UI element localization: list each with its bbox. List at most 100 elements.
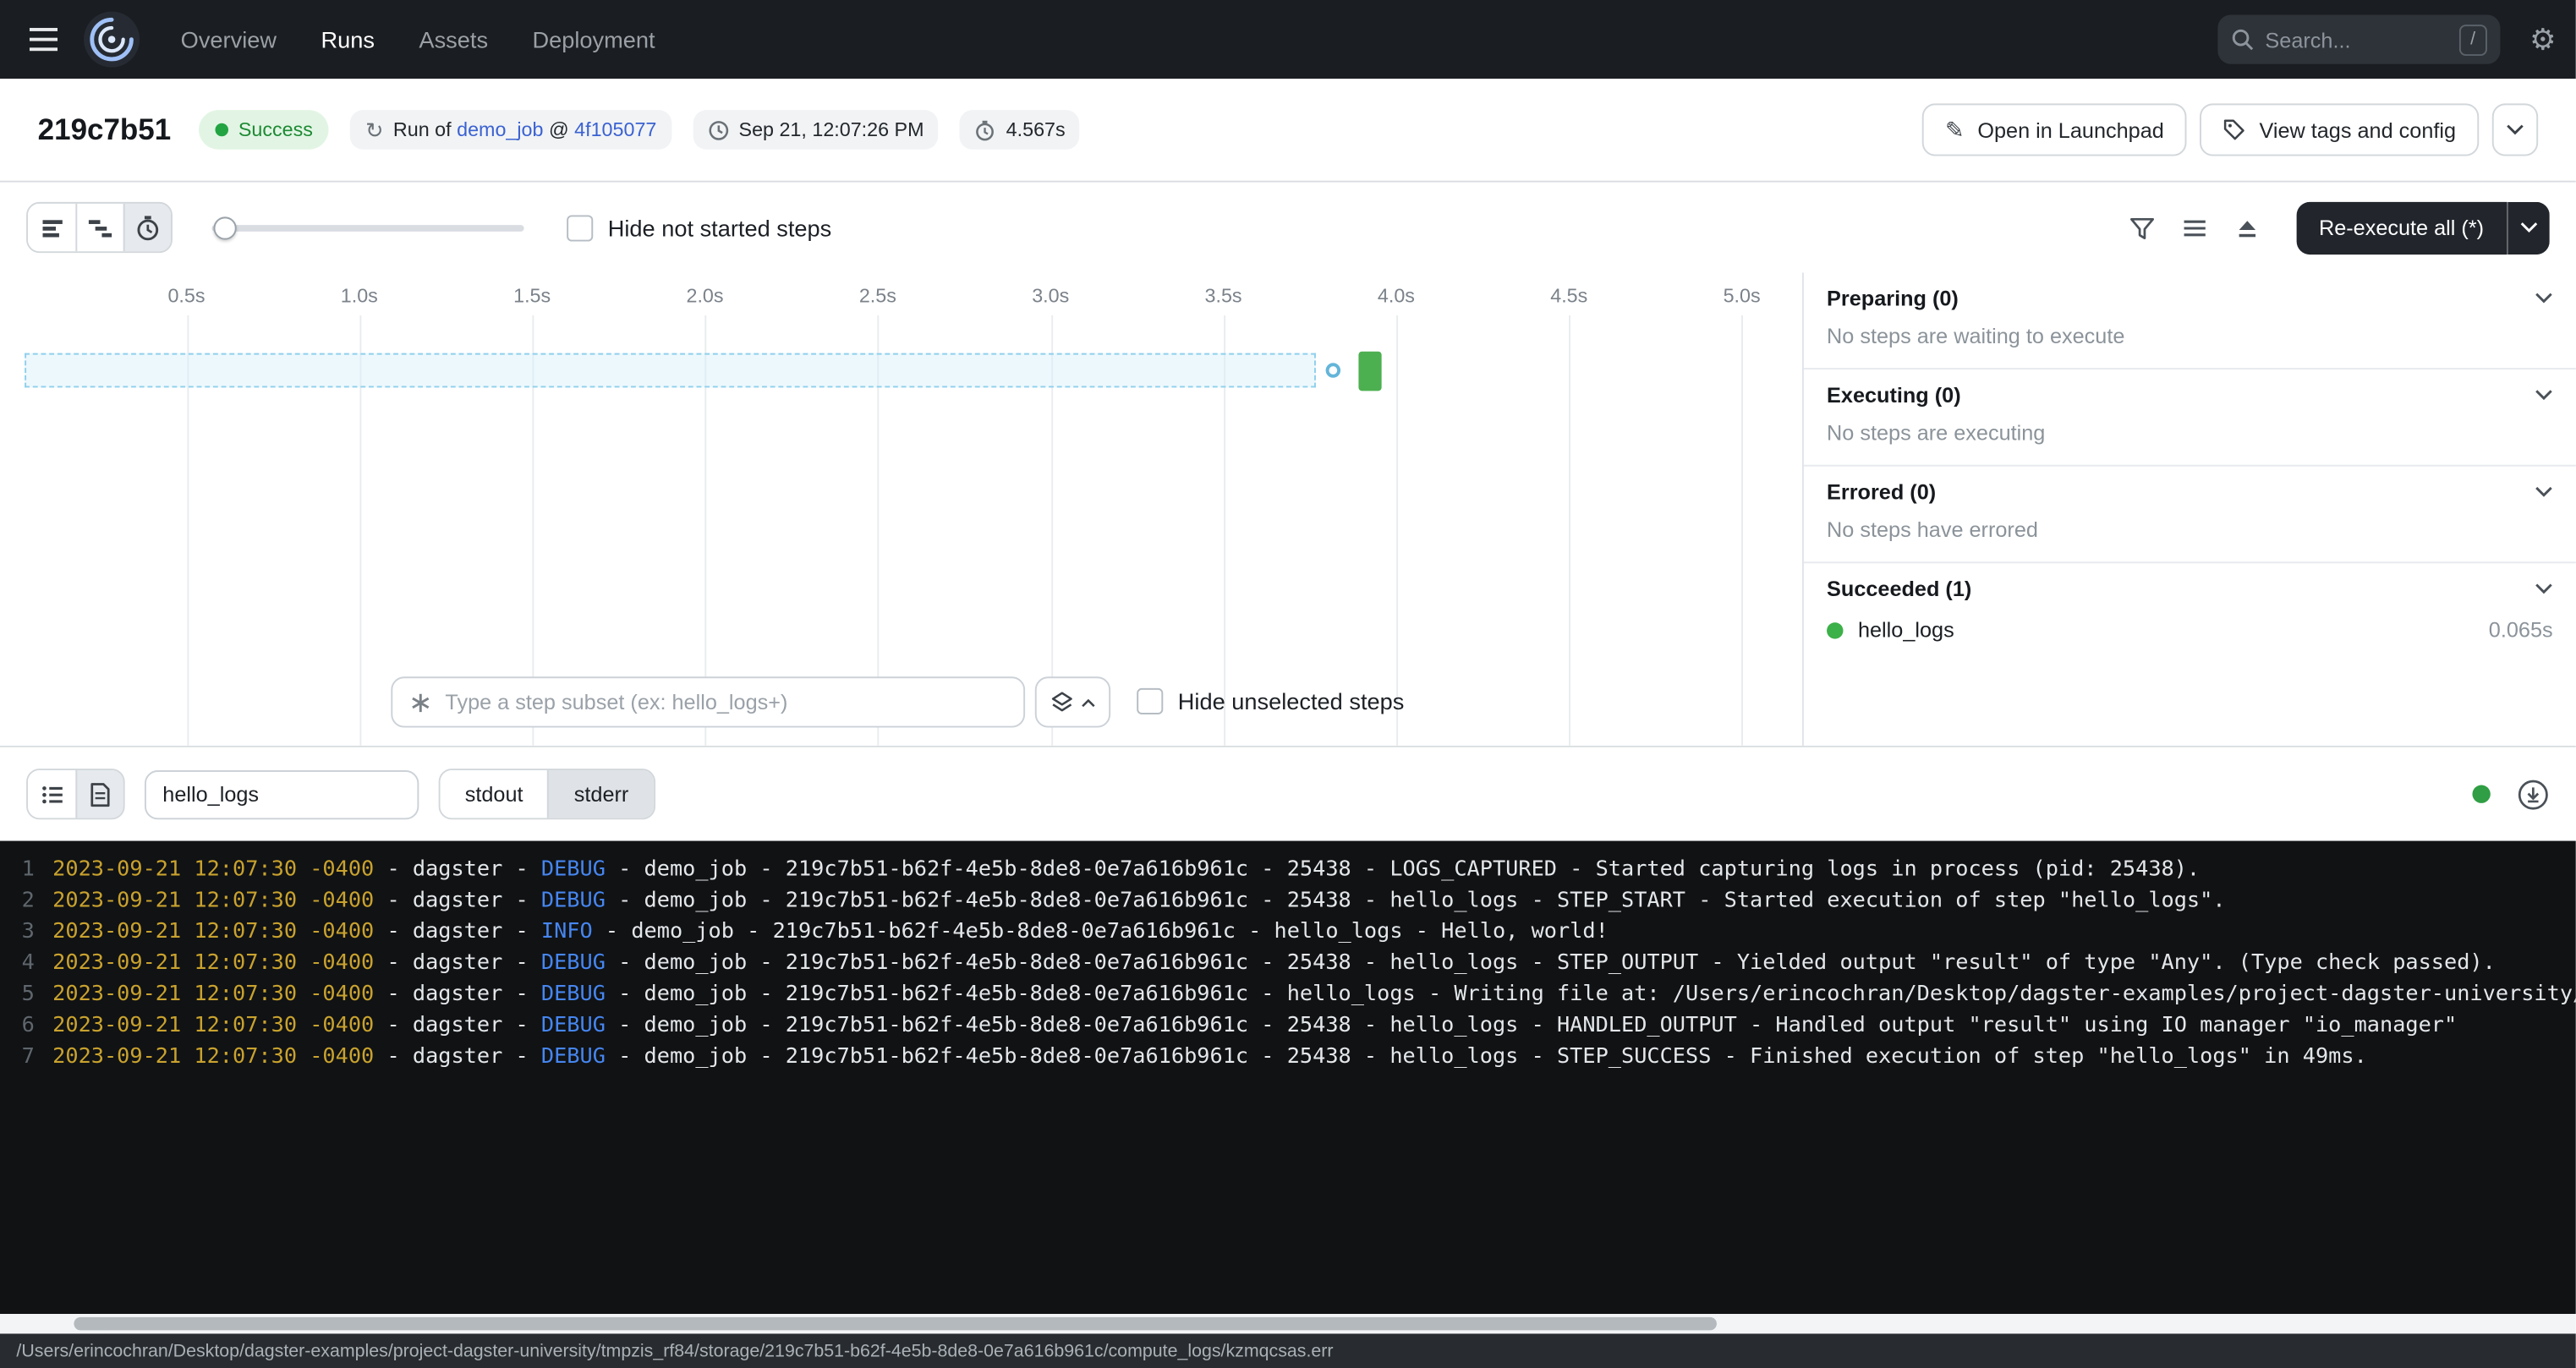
axis-tick-label: 1.0s <box>341 284 378 307</box>
search-placeholder: Search... <box>2265 27 2447 52</box>
pencil-icon: ✎ <box>1945 118 1965 141</box>
panel-header-executing[interactable]: Executing (0) <box>1804 369 2576 417</box>
nav-runs[interactable]: Runs <box>321 26 374 52</box>
log-line: 32023-09-21 12:07:30 -0400 - dagster - I… <box>0 917 2576 948</box>
gantt-section: 0.5s1.0s1.5s2.0s2.5s3.0s3.5s4.0s4.5s5.0s <box>0 272 2576 747</box>
axis-tick-label: 2.0s <box>686 284 723 307</box>
axis-tick-label: 2.5s <box>859 284 896 307</box>
panel-header-preparing[interactable]: Preparing (0) <box>1804 272 2576 320</box>
gantt-zoom-slider[interactable] <box>212 216 524 238</box>
log-toolbar-right <box>2472 778 2549 811</box>
gantt-view-toggle <box>26 202 173 253</box>
chevron-up-icon <box>1081 698 1095 708</box>
axis-tick-label: 1.5s <box>513 284 551 307</box>
header-actions: ✎ Open in Launchpad View tags and config <box>1922 103 2538 156</box>
clock-icon <box>708 119 729 140</box>
structured-logs-icon[interactable] <box>28 770 75 818</box>
graph-query-toggle-button[interactable] <box>1035 676 1110 727</box>
log-line-number: 2 <box>0 885 52 917</box>
checkbox-icon <box>567 214 593 240</box>
gantt-chart: 0.5s1.0s1.5s2.0s2.5s3.0s3.5s4.0s4.5s5.0s <box>0 272 1802 745</box>
succeeded-step-row[interactable]: hello_logs 0.065s <box>1804 611 2576 662</box>
rows-icon[interactable] <box>2171 205 2217 250</box>
axis-tick-label: 5.0s <box>1724 284 1761 307</box>
run-toolbar: Hide not started steps Re-execute all (*… <box>0 183 2576 273</box>
log-line-number: 3 <box>0 917 52 948</box>
run-actions-dropdown-button[interactable] <box>2492 103 2538 156</box>
step-subset-input-wrap <box>391 676 1025 727</box>
log-line: 12023-09-21 12:07:30 -0400 - dagster - D… <box>0 854 2576 885</box>
run-id-title: 219c7b51 <box>38 112 171 147</box>
search-icon <box>2231 28 2254 51</box>
reexecute-button-group: Re-execute all (*) <box>2296 201 2550 254</box>
stopwatch-icon <box>975 119 996 140</box>
panel-section-errored: Errored (0) No steps have errored <box>1804 467 2576 564</box>
run-duration-tag: 4.567s <box>960 110 1080 150</box>
nav-assets[interactable]: Assets <box>419 26 488 52</box>
chevron-down-icon <box>2535 389 2552 401</box>
tab-stderr[interactable]: stderr <box>548 770 654 818</box>
log-line-number: 6 <box>0 1010 52 1042</box>
gantt-waiting-bar <box>25 353 1316 388</box>
step-status-panel: Preparing (0) No steps are waiting to ex… <box>1802 272 2576 745</box>
view-timed-icon[interactable] <box>123 204 171 251</box>
log-line-number: 1 <box>0 854 52 885</box>
filter-icon[interactable] <box>2118 205 2164 250</box>
app-window: Overview Runs Assets Deployment Search..… <box>0 0 2576 1368</box>
horizontal-scrollbar <box>0 1314 2576 1333</box>
panel-section-preparing: Preparing (0) No steps are waiting to ex… <box>1804 272 2576 369</box>
chevron-down-icon <box>2505 123 2524 137</box>
view-tags-config-button[interactable]: View tags and config <box>2201 103 2480 156</box>
tag-icon <box>2223 118 2246 141</box>
axis-tick-label: 4.5s <box>1550 284 1587 307</box>
run-of-tag: ↻ Run of demo_job @ 4f105077 <box>351 110 671 150</box>
panel-header-succeeded[interactable]: Succeeded (1) <box>1804 563 2576 610</box>
gantt-axis: 0.5s1.0s1.5s2.0s2.5s3.0s3.5s4.0s4.5s5.0s <box>0 272 1802 315</box>
reexecute-all-button[interactable]: Re-execute all (*) <box>2296 201 2507 254</box>
log-line: 52023-09-21 12:07:30 -0400 - dagster - D… <box>0 979 2576 1010</box>
log-line: 72023-09-21 12:07:30 -0400 - dagster - D… <box>0 1042 2576 1073</box>
search-shortcut-key: / <box>2459 24 2487 55</box>
open-in-launchpad-button[interactable]: ✎ Open in Launchpad <box>1922 103 2187 156</box>
layers-icon <box>1050 690 1074 714</box>
gantt-step-bar-hello-logs[interactable] <box>1358 352 1381 391</box>
run-header: 219c7b51 Success ↻ Run of demo_job @ 4f1… <box>0 79 2576 182</box>
chevron-down-icon <box>2535 583 2552 595</box>
settings-gear-icon[interactable]: ⚙ <box>2529 25 2556 54</box>
nav-deployment[interactable]: Deployment <box>532 26 655 52</box>
log-step-filter-input[interactable] <box>145 769 419 818</box>
axis-tick-label: 4.0s <box>1378 284 1415 307</box>
scrollbar-thumb[interactable] <box>74 1317 1717 1331</box>
download-logs-button[interactable] <box>2517 778 2550 811</box>
reexecute-dropdown-button[interactable] <box>2507 201 2550 254</box>
run-status-badge: Success <box>199 110 329 150</box>
hide-not-started-checkbox[interactable]: Hide not started steps <box>567 214 831 240</box>
raw-logs-icon[interactable] <box>75 770 123 818</box>
slider-knob[interactable] <box>214 216 237 238</box>
log-file-path: /Users/erincochran/Desktop/dagster-examp… <box>16 1341 1333 1360</box>
axis-tick-label: 3.0s <box>1032 284 1069 307</box>
dagster-logo[interactable] <box>82 10 141 69</box>
log-line-number: 5 <box>0 979 52 1010</box>
op-selector-icon <box>409 691 432 714</box>
commit-link[interactable]: 4f105077 <box>574 118 656 141</box>
top-nav: Overview Runs Assets Deployment Search..… <box>0 0 2576 79</box>
view-flat-icon[interactable] <box>28 204 75 251</box>
history-icon: ↻ <box>365 119 383 140</box>
hamburger-menu-icon[interactable] <box>19 14 69 63</box>
collapse-all-icon[interactable] <box>2223 205 2269 250</box>
step-subset-input[interactable] <box>445 690 1006 714</box>
panel-header-errored[interactable]: Errored (0) <box>1804 467 2576 514</box>
tab-stdout[interactable]: stdout <box>441 770 548 818</box>
checkbox-icon <box>1137 688 1163 714</box>
panel-section-succeeded: Succeeded (1) hello_logs 0.065s <box>1804 563 2576 662</box>
job-name-link[interactable]: demo_job <box>457 118 543 141</box>
nav-overview[interactable]: Overview <box>181 26 277 52</box>
axis-tick-label: 0.5s <box>167 284 205 307</box>
search-input[interactable]: Search... / <box>2217 14 2500 63</box>
log-file-path-bar: /Users/erincochran/Desktop/dagster-examp… <box>0 1333 2576 1368</box>
view-waterfall-icon[interactable] <box>75 204 123 251</box>
log-toolbar: stdout stderr <box>0 747 2576 841</box>
hide-unselected-checkbox[interactable]: Hide unselected steps <box>1137 688 1404 714</box>
log-capture-status-icon <box>2472 785 2490 803</box>
